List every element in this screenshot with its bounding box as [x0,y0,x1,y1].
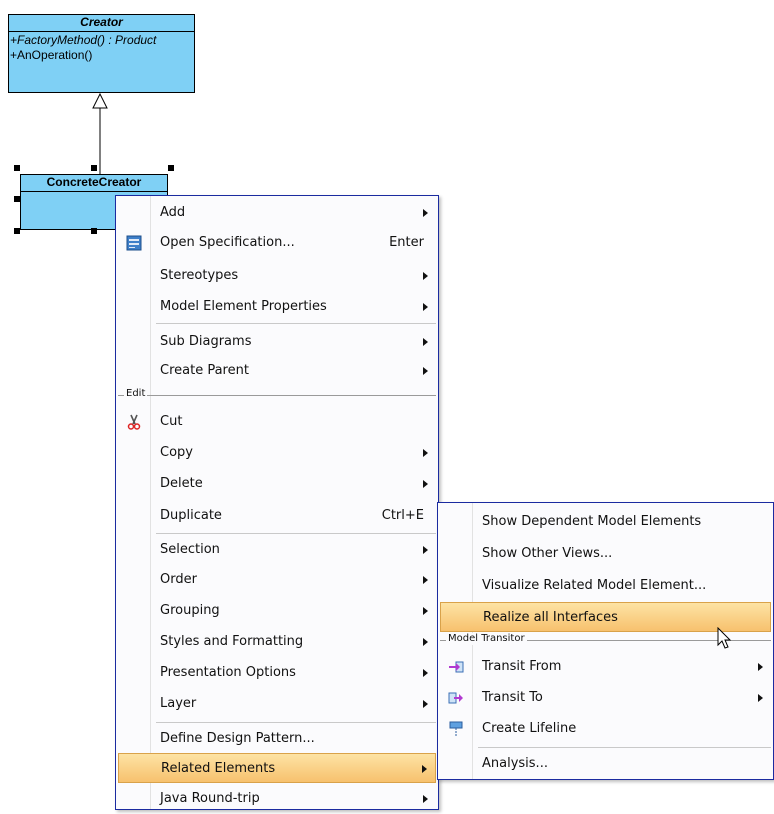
resize-handle[interactable] [168,165,174,171]
submenu-arrow-icon [423,449,428,457]
submenu-arrow-icon [758,663,763,671]
submenu-arrow-icon [758,694,763,702]
submenu-item-transit-to[interactable]: Transit To [438,683,773,713]
generalization-connector[interactable] [85,92,115,174]
group-model-transitor-label: Model Transitor [446,633,527,645]
submenu-item-visualize-related-model-element[interactable]: Visualize Related Model Element... [438,571,773,601]
menu-item-styles-and-formatting[interactable]: Styles and Formatting [116,627,438,657]
menu-item-presentation-options[interactable]: Presentation Options [116,658,438,688]
menu-item-sub-diagrams[interactable]: Sub Diagrams [116,327,438,357]
concrete-creator-class-name: ConcreteCreator [21,175,167,192]
menu-item-open-specification[interactable]: Open Specification... Enter [116,228,438,258]
submenu-arrow-icon [423,576,428,584]
menu-item-add[interactable]: Add [116,198,438,228]
submenu-arrow-icon [423,607,428,615]
menu-item-selection[interactable]: Selection [116,535,438,565]
creator-class-name: Creator [9,15,194,32]
menu-item-copy[interactable]: Copy [116,438,438,468]
submenu-item-analysis[interactable]: Analysis... [438,749,773,779]
submenu-item-show-other-views[interactable]: Show Other Views... [438,539,773,569]
submenu-item-transit-from[interactable]: Transit From [438,652,773,682]
submenu-arrow-icon [423,480,428,488]
submenu-arrow-icon [423,795,428,803]
resize-handle[interactable] [91,228,97,234]
resize-handle[interactable] [14,165,20,171]
shortcut-enter: Enter [389,235,424,250]
submenu-arrow-icon [422,765,427,773]
menu-item-define-design-pattern[interactable]: Define Design Pattern... [116,724,438,754]
resize-handle[interactable] [14,228,20,234]
shortcut-ctrl-e: Ctrl+E [381,508,424,523]
lifeline-icon [449,721,463,737]
transit-from-icon [449,661,464,673]
menu-item-layer[interactable]: Layer [116,689,438,719]
submenu-arrow-icon [423,700,428,708]
submenu-arrow-icon [423,303,428,311]
mouse-pointer-icon [717,627,732,649]
menu-item-delete[interactable]: Delete [116,469,438,499]
submenu-arrow-icon [423,272,428,280]
menu-item-grouping[interactable]: Grouping [116,596,438,626]
submenu-arrow-icon [423,367,428,375]
context-menu: Add Open Specification... Enter Stereoty… [115,195,439,810]
menu-separator [156,722,436,723]
menu-item-model-element-properties[interactable]: Model Element Properties [116,292,438,322]
transit-to-icon [448,692,463,704]
submenu-arrow-icon [423,669,428,677]
menu-item-duplicate[interactable]: Duplicate Ctrl+E [116,501,438,531]
menu-separator [156,323,436,324]
menu-item-related-elements[interactable]: Related Elements [118,753,436,783]
group-edit-label: Edit [124,388,148,400]
factory-method-operation[interactable]: +FactoryMethod() : Product [10,33,193,48]
scissors-icon [127,414,141,430]
creator-class[interactable]: Creator +FactoryMethod() : Product +AnOp… [8,14,195,93]
menu-item-stereotypes[interactable]: Stereotypes [116,261,438,291]
menu-item-order[interactable]: Order [116,565,438,595]
submenu-arrow-icon [423,546,428,554]
group-edit-separator: Edit [118,388,436,401]
submenu-arrow-icon [423,638,428,646]
submenu-arrow-icon [423,338,428,346]
menu-item-create-parent[interactable]: Create Parent [116,356,438,386]
inheritance-arrow-icon [92,92,108,109]
an-operation-operation[interactable]: +AnOperation() [10,48,193,63]
menu-item-cut[interactable]: Cut [116,407,438,437]
menu-separator [478,747,771,748]
specification-icon [126,235,142,251]
submenu-item-show-dependent-model-elements[interactable]: Show Dependent Model Elements [438,507,773,537]
submenu-item-create-lifeline[interactable]: Create Lifeline [438,714,773,744]
resize-handle[interactable] [14,196,20,202]
menu-separator [156,533,436,534]
submenu-arrow-icon [423,209,428,217]
resize-handle[interactable] [91,165,97,171]
